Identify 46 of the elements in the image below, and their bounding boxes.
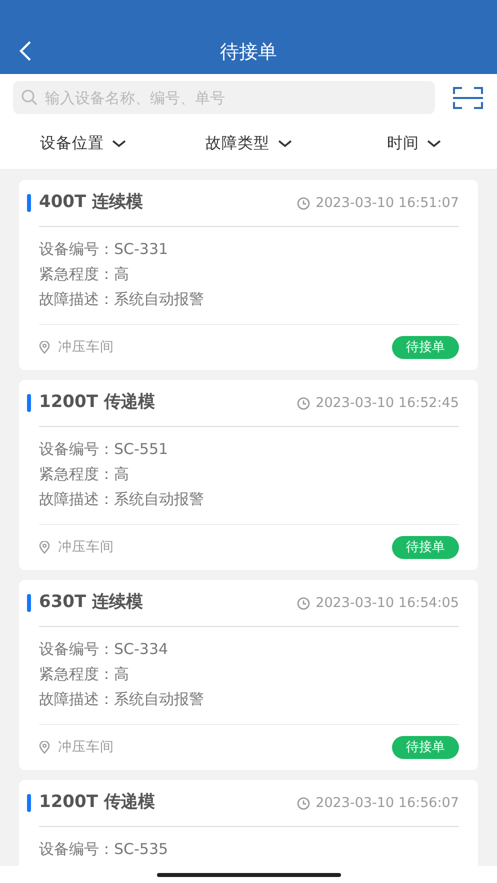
search-field[interactable]: 输入设备名称、编号、单号 xyxy=(13,81,435,114)
order-title: 1200T 传递模 xyxy=(39,391,156,414)
order-field: 紧急程度：高 xyxy=(39,662,459,687)
location-text: 冲压车间 xyxy=(58,738,114,758)
order-field: 紧急程度：高 xyxy=(39,262,459,287)
title-marker xyxy=(27,794,31,812)
clock-icon xyxy=(296,796,310,810)
order-time: 2023-03-10 16:56:07 xyxy=(316,794,459,813)
order-card[interactable]: 630T 连续模 2023-03-10 16:54:05 设备编号：SC-334 紧急程度：高 故障描述：系统自动报警 冲压车间 待接单 xyxy=(19,580,478,770)
clock-icon xyxy=(296,396,310,410)
order-field: 紧急程度：高 xyxy=(39,462,459,487)
clock-icon xyxy=(296,596,310,610)
chevron-down-icon xyxy=(112,140,126,148)
order-field: 故障描述：系统自动报警 xyxy=(39,287,459,312)
order-title: 1200T 传递模 xyxy=(39,791,156,814)
location-pin-icon xyxy=(39,541,50,554)
order-time: 2023-03-10 16:52:45 xyxy=(316,394,459,413)
clock-icon xyxy=(296,196,310,210)
order-field: 设备编号：SC-551 xyxy=(39,437,459,462)
title-marker xyxy=(27,594,31,612)
order-time: 2023-03-10 16:51:07 xyxy=(316,194,459,213)
location-text: 冲压车间 xyxy=(58,538,114,558)
title-marker xyxy=(27,194,31,212)
chevron-down-icon xyxy=(427,140,442,148)
order-field: 故障描述：系统自动报警 xyxy=(39,687,459,712)
order-field: 设备编号：SC-535 xyxy=(39,837,459,862)
order-title: 400T 连续模 xyxy=(39,191,144,214)
location-pin-icon xyxy=(39,741,50,754)
scan-icon[interactable] xyxy=(453,86,483,110)
filter-dropdown[interactable]: 设备位置 xyxy=(0,132,166,156)
order-field: 故障描述：系统自动报警 xyxy=(39,487,459,512)
filter-dropdown[interactable]: 时间 xyxy=(331,132,497,156)
location-text: 冲压车间 xyxy=(58,338,114,358)
page-title: 待接单 xyxy=(220,40,277,65)
order-card[interactable]: 1200T 传递模 2023-03-10 16:56:07 设备编号：SC-535 xyxy=(19,780,478,866)
order-field: 设备编号：SC-331 xyxy=(39,237,459,262)
order-time: 2023-03-10 16:54:05 xyxy=(316,594,459,613)
order-card[interactable]: 1200T 传递模 2023-03-10 16:52:45 设备编号：SC-551 紧急程度：高 故障描述：系统自动报警 冲压车间 待接单 xyxy=(19,380,478,570)
title-marker xyxy=(27,394,31,412)
order-card[interactable]: 400T 连续模 2023-03-10 16:51:07 设备编号：SC-331 紧急程度：高 故障描述：系统自动报警 冲压车间 待接单 xyxy=(19,180,478,370)
order-title: 630T 连续模 xyxy=(39,591,144,614)
filter-dropdown[interactable]: 故障类型 xyxy=(166,132,332,156)
location-pin-icon xyxy=(39,341,50,354)
back-icon[interactable] xyxy=(18,40,32,62)
chevron-down-icon xyxy=(278,140,292,148)
order-field: 设备编号：SC-334 xyxy=(39,637,459,662)
